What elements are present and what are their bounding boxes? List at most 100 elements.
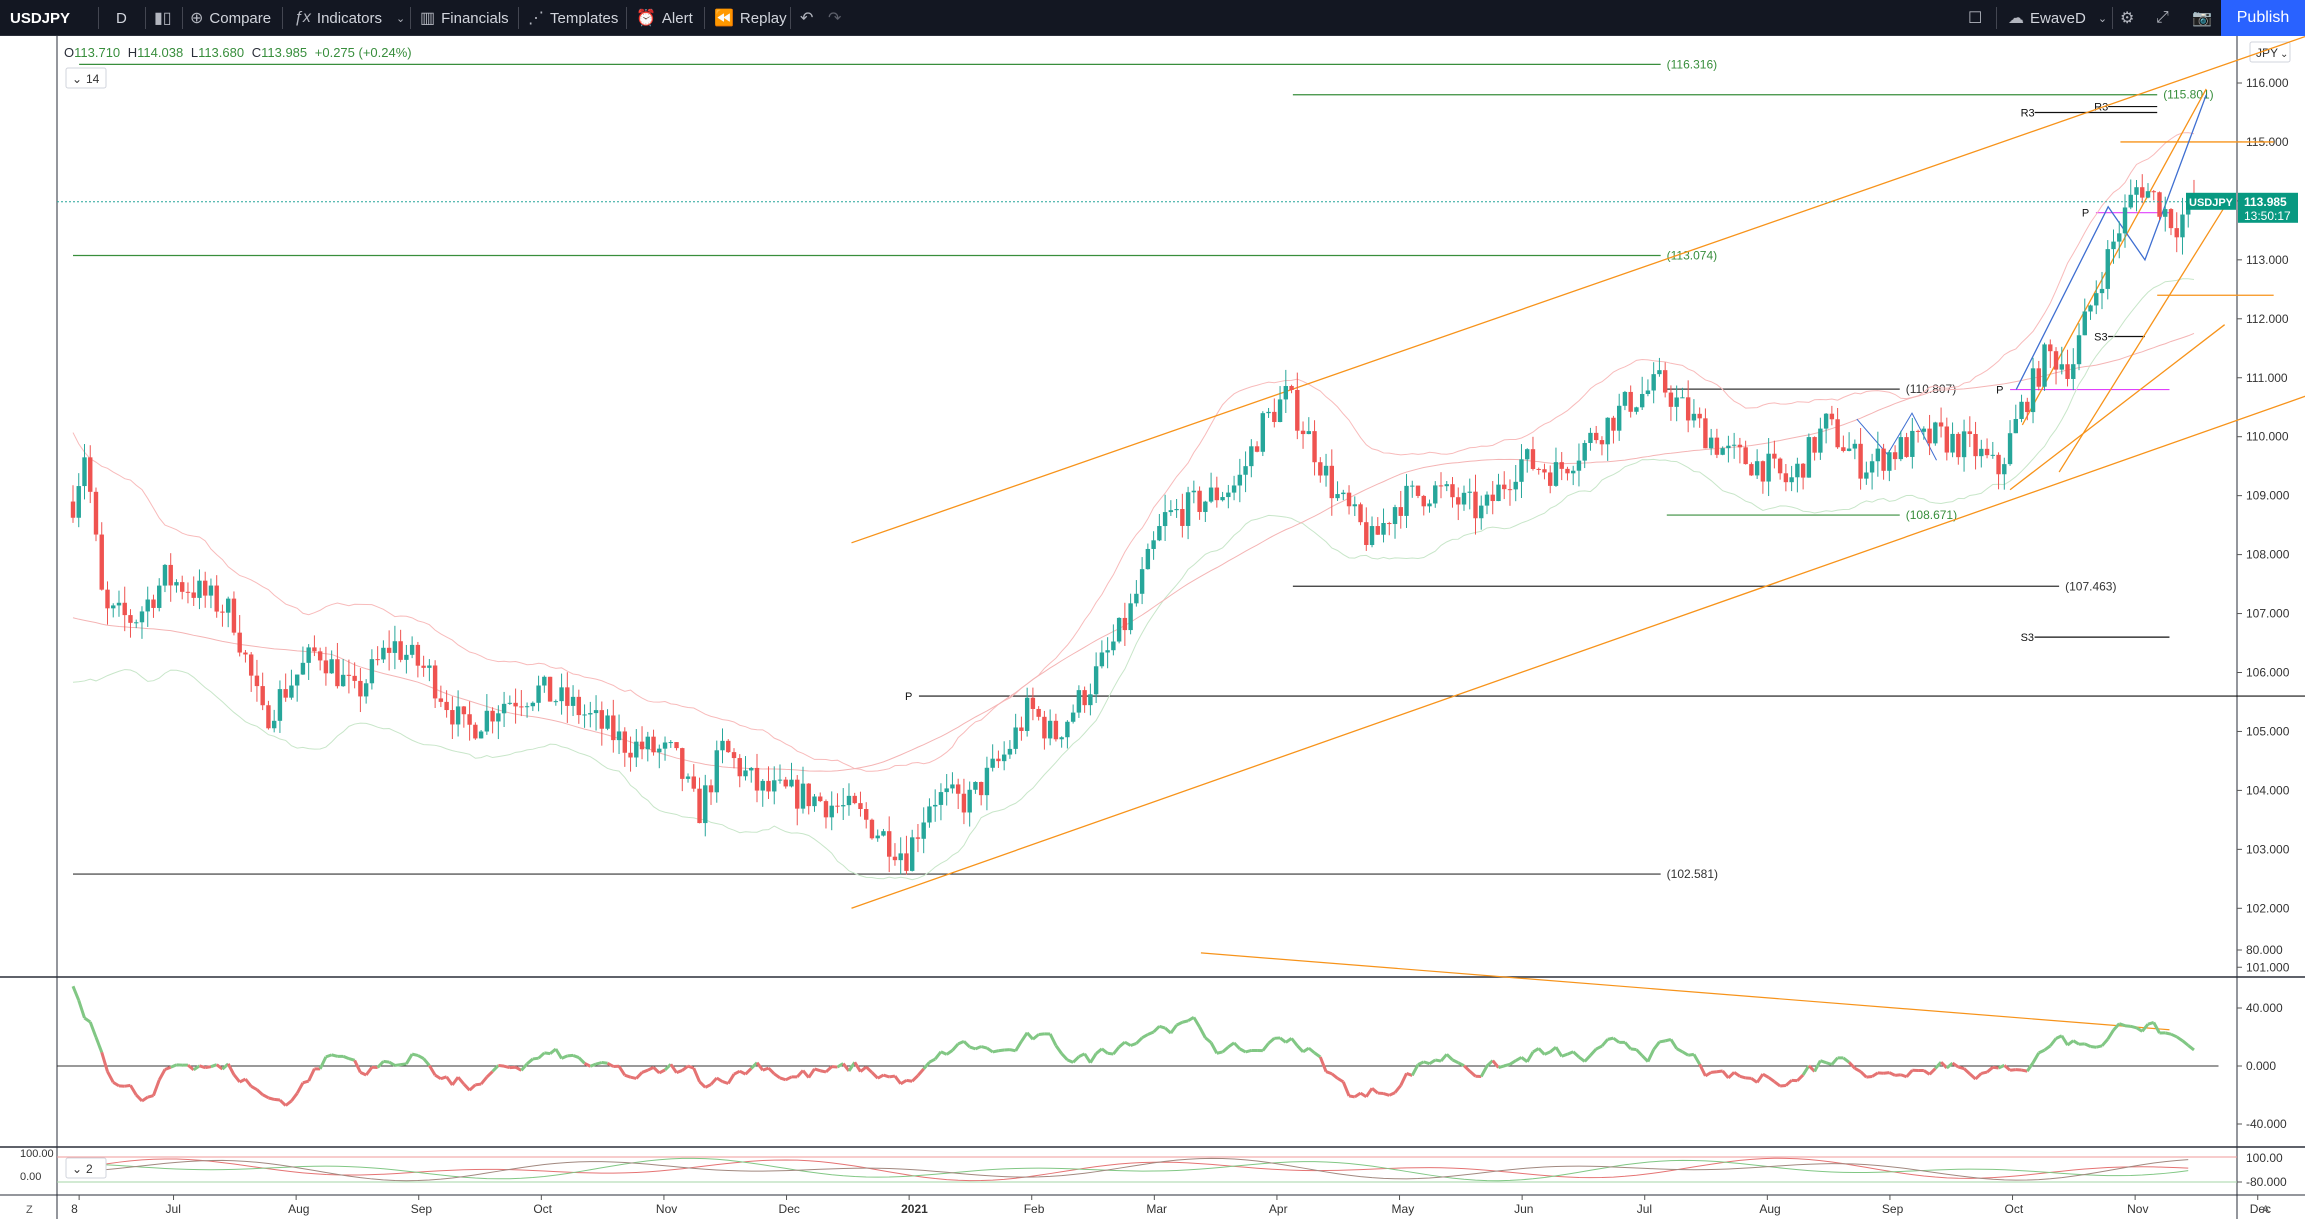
undo-button[interactable]: ↶: [800, 0, 819, 36]
redo-button[interactable]: ↷: [828, 0, 847, 36]
candle-body: [904, 853, 909, 871]
candle-body: [484, 710, 490, 732]
osc-segment: [348, 1057, 356, 1062]
price-tick-label: 108.000: [2246, 548, 2290, 562]
templates-label: Templates: [550, 9, 619, 27]
time-tick-label: Oct: [533, 1202, 552, 1216]
candle-body: [1599, 440, 1605, 445]
candle-body: [88, 457, 93, 492]
candle-body: [1335, 494, 1340, 499]
candle-body: [1933, 422, 1938, 444]
candle-body: [151, 599, 156, 608]
candle-body: [1364, 522, 1369, 545]
candle-body: [1088, 694, 1093, 706]
candle-body: [1484, 494, 1490, 506]
candle-body: [1754, 461, 1760, 476]
financials-label: Financials: [441, 9, 509, 27]
candle-body: [760, 780, 765, 791]
candle-body: [1892, 452, 1898, 460]
candle-body: [1875, 448, 1881, 462]
fullscreen-layout-button[interactable]: ☐: [1968, 0, 1988, 36]
candle-body: [369, 659, 375, 684]
candle-body: [536, 685, 541, 703]
candle-body: [1634, 407, 1639, 412]
candle-body: [1536, 468, 1541, 470]
candle-body: [2002, 464, 2007, 475]
candle-body: [358, 680, 363, 697]
candle-body: [2082, 311, 2087, 336]
candle-body: [777, 779, 783, 781]
toolbar-divider: [2112, 7, 2113, 29]
snapshot-button[interactable]: 📷: [2192, 0, 2218, 36]
candle-body: [1047, 720, 1053, 739]
fullscreen-button[interactable]: ⤢: [2156, 0, 2175, 36]
camera-icon: 📷: [2192, 10, 2212, 27]
toolbar-divider: [1996, 7, 1997, 29]
candle-body: [128, 615, 133, 623]
candle-body: [1881, 448, 1886, 471]
candle-body: [1616, 405, 1622, 431]
candle-body: [1036, 708, 1041, 717]
indicators-label: Indicators: [316, 9, 382, 27]
candle-body: [1990, 454, 1996, 456]
publish-button[interactable]: Publish: [2221, 0, 2305, 36]
candle-body: [582, 714, 587, 716]
candle-body: [2128, 194, 2133, 208]
candle-body: [1059, 737, 1064, 740]
financials-button[interactable]: ▥ Financials: [420, 0, 509, 36]
level-label: (110.807): [1906, 382, 1956, 396]
templates-button[interactable]: ⋰ Templates: [528, 0, 618, 36]
osc-segment: [641, 1068, 649, 1074]
stoch-right-tick-label: 100.00: [2246, 1151, 2283, 1165]
compare-button[interactable]: ⊕ Compare: [190, 0, 271, 36]
auto-scale-a-button[interactable]: A: [2262, 1204, 2270, 1216]
candle-body: [99, 534, 104, 590]
price-tick-label: 110.000: [2246, 430, 2289, 444]
cloud-icon: ☁: [2008, 10, 2024, 27]
price-tick-label: 112.000: [2246, 312, 2289, 326]
price-tick-label: 106.000: [2246, 666, 2290, 680]
indicators-button[interactable]: ƒx Indicators ⌄: [294, 0, 411, 36]
close-value: 113.985: [261, 45, 307, 60]
candle-body: [1295, 389, 1300, 431]
layout-menu[interactable]: ☁ EwaveD ⌄: [2008, 0, 2113, 36]
osc-segment: [1957, 1065, 1965, 1071]
candle-body: [1812, 437, 1817, 453]
candle-body: [139, 611, 145, 623]
chart-canvas[interactable]: O113.710 H114.038 L113.680 C113.985 +0.2…: [0, 36, 2305, 1219]
candle-body: [743, 770, 748, 777]
candle-body: [1910, 430, 1915, 457]
candle-body: [2117, 233, 2122, 242]
candle-body: [1415, 485, 1421, 496]
interval-button[interactable]: D: [116, 0, 127, 36]
timezone-z-button[interactable]: Z: [26, 1204, 33, 1216]
candle-body: [795, 779, 800, 809]
candle-body: [2036, 368, 2041, 387]
candle-body: [927, 806, 932, 823]
candle-body: [1789, 477, 1794, 483]
replay-button[interactable]: ⏪ Replay: [714, 0, 787, 36]
osc-segment: [1325, 1070, 1333, 1076]
study-param: 14: [86, 72, 100, 86]
candle-body: [1961, 431, 1967, 458]
candle-body: [266, 705, 271, 729]
alert-button[interactable]: ⏰ Alert: [636, 0, 693, 36]
candle-body: [938, 792, 944, 805]
candle-body: [1668, 392, 1674, 407]
symbol-search[interactable]: USDJPY: [10, 0, 70, 36]
candle-body: [444, 701, 449, 711]
price-tick-label: 113.000: [2246, 253, 2289, 267]
candle-style-button[interactable]: ▮▯: [154, 0, 178, 36]
osc-segment: [400, 1062, 407, 1067]
candle-body: [1783, 473, 1789, 483]
candle-body: [203, 580, 208, 596]
candle-body: [386, 647, 392, 653]
high-label: H: [128, 45, 137, 60]
osc-segment: [1866, 1074, 1873, 1079]
settings-button[interactable]: ⚙: [2120, 0, 2140, 36]
candle-body: [180, 582, 185, 592]
candle-body: [2076, 335, 2082, 365]
candle-body: [317, 651, 323, 661]
candle-body: [2094, 293, 2099, 306]
candle-body: [174, 582, 179, 586]
